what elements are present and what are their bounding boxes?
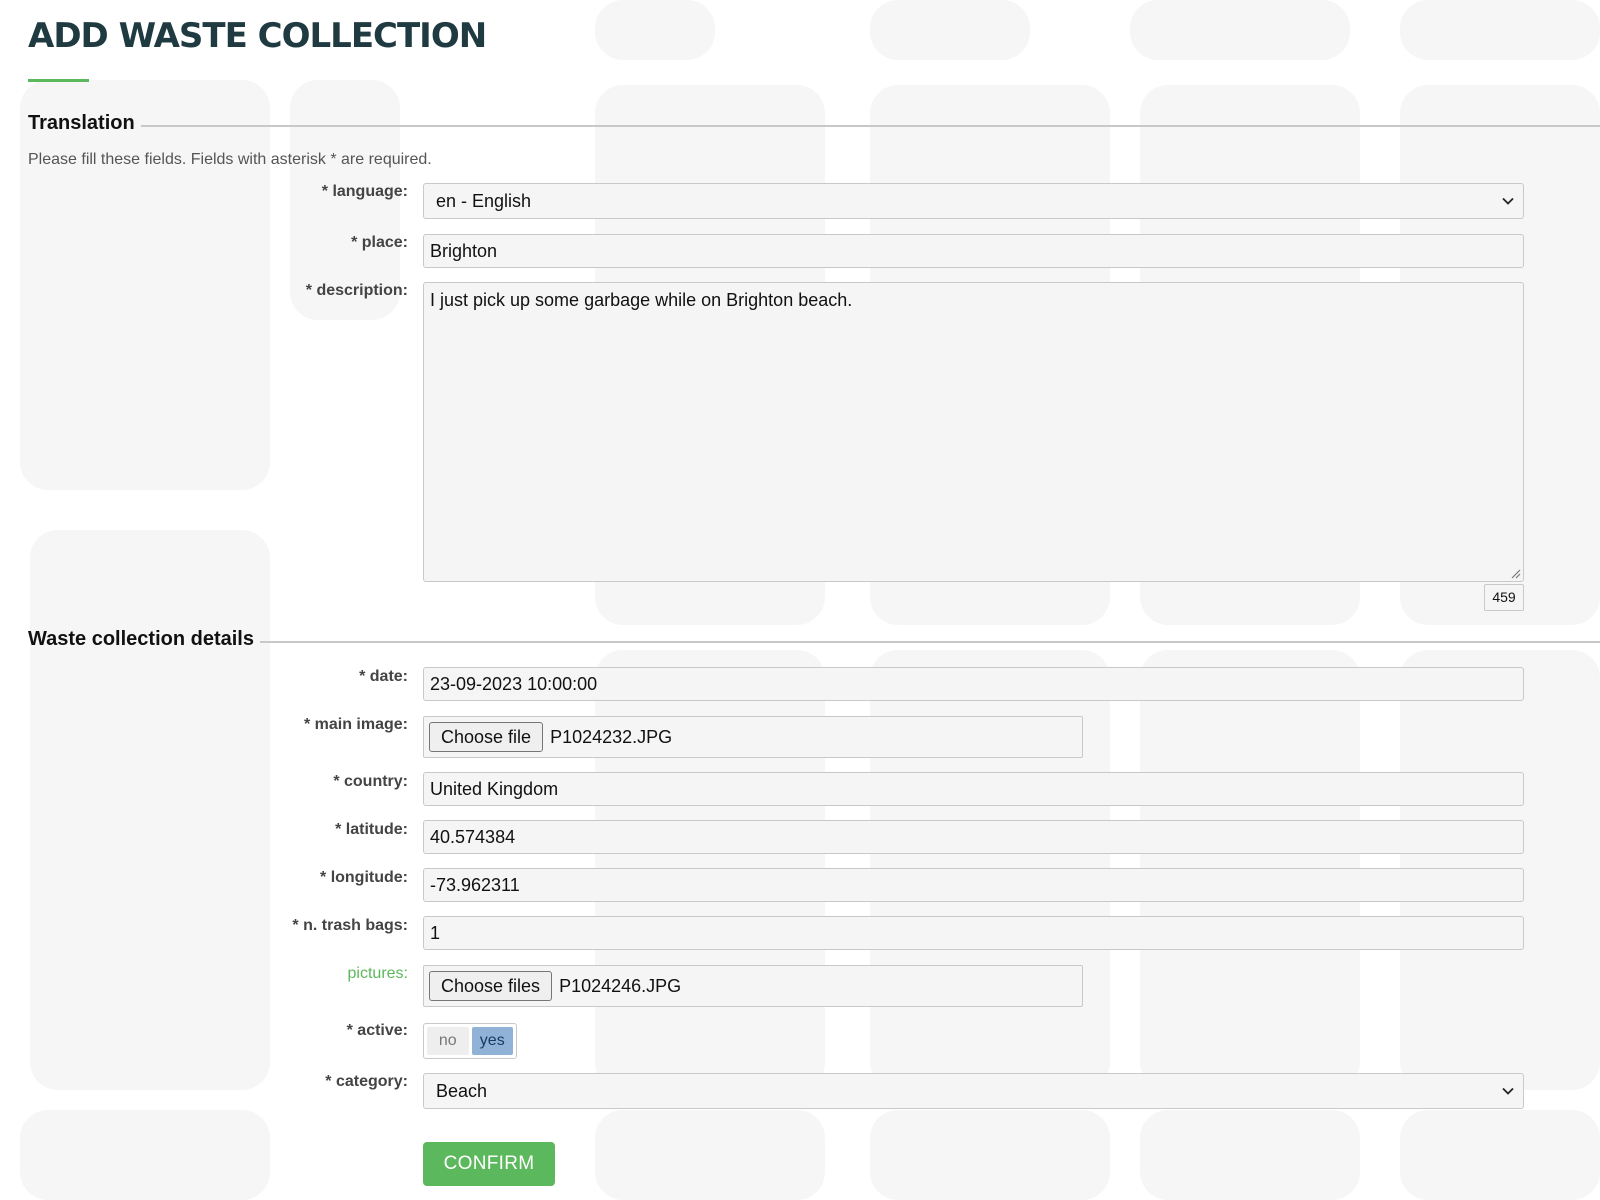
latitude-label: * latitude:	[335, 821, 408, 838]
pictures-filename: P1024246.JPG	[559, 975, 682, 996]
choose-file-button[interactable]: Choose file	[429, 722, 544, 752]
confirm-button[interactable]: CONFIRM	[423, 1142, 555, 1186]
category-select[interactable]: Beach	[423, 1073, 1524, 1109]
character-counter: 459	[1484, 584, 1524, 611]
active-yes-option[interactable]: yes	[471, 1027, 513, 1055]
category-value: Beach	[436, 1081, 488, 1101]
place-label: * place:	[351, 234, 408, 251]
country-input[interactable]: United Kingdom	[423, 772, 1524, 806]
trash-bags-label: * n. trash bags:	[292, 917, 408, 934]
description-value: I just pick up some garbage while on Bri…	[430, 290, 853, 310]
legend-divider	[140, 124, 1600, 127]
translation-legend-text: Translation	[28, 112, 135, 134]
description-label: * description:	[305, 282, 408, 299]
legend-divider	[260, 640, 1600, 643]
chevron-down-icon	[1502, 1087, 1514, 1095]
place-input[interactable]: Brighton	[423, 234, 1524, 268]
language-value: en - English	[436, 191, 532, 211]
main-image-file-input[interactable]: Choose file P1024232.JPG	[423, 716, 1083, 758]
country-label: * country:	[333, 773, 408, 790]
chevron-down-icon	[1502, 197, 1514, 205]
language-label: * language:	[321, 183, 408, 200]
date-label: * date:	[359, 668, 408, 685]
longitude-input[interactable]: -73.962311	[423, 868, 1524, 902]
description-textarea[interactable]: I just pick up some garbage while on Bri…	[423, 282, 1524, 582]
title-underline	[28, 79, 89, 82]
form-container: ADD WASTE COLLECTION Translation Please …	[0, 0, 1600, 1200]
resize-grip-icon[interactable]	[1509, 567, 1521, 579]
trash-bags-input[interactable]: 1	[423, 916, 1524, 950]
language-select[interactable]: en - English	[423, 183, 1524, 219]
details-legend: Waste collection details	[28, 628, 1600, 651]
pictures-label: pictures:	[347, 965, 408, 982]
main-image-filename: P1024232.JPG	[550, 726, 673, 747]
longitude-label: * longitude:	[320, 869, 408, 886]
pictures-file-input[interactable]: Choose files P1024246.JPG	[423, 965, 1083, 1007]
main-image-label: * main image:	[303, 716, 408, 733]
category-label: * category:	[325, 1073, 408, 1090]
active-label: * active:	[346, 1022, 408, 1039]
active-toggle[interactable]: no yes	[423, 1023, 517, 1059]
date-input[interactable]: 23-09-2023 10:00:00	[423, 667, 1524, 701]
latitude-input[interactable]: 40.574384	[423, 820, 1524, 854]
choose-files-button[interactable]: Choose files	[429, 971, 553, 1001]
page-title: ADD WASTE COLLECTION	[28, 16, 487, 56]
translation-legend: Translation	[28, 112, 1600, 135]
active-no-option[interactable]: no	[427, 1027, 469, 1055]
required-fields-hint: Please fill these fields. Fields with as…	[28, 151, 432, 168]
details-legend-text: Waste collection details	[28, 628, 254, 650]
